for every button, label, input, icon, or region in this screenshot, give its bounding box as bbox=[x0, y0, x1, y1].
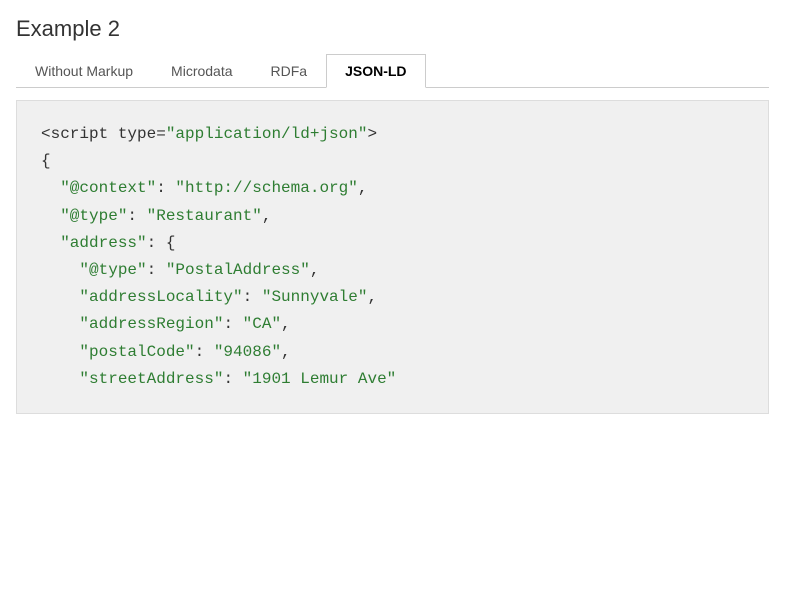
code-line-1: <script type="application/ld+json"> bbox=[41, 125, 377, 143]
tab-without-markup[interactable]: Without Markup bbox=[16, 54, 152, 88]
page-title: Example 2 bbox=[16, 16, 769, 42]
tabs-container: Without Markup Microdata RDFa JSON-LD bbox=[16, 54, 769, 88]
tab-rdfa[interactable]: RDFa bbox=[252, 54, 327, 88]
code-block: <script type="application/ld+json"> { "@… bbox=[16, 100, 769, 414]
tab-microdata[interactable]: Microdata bbox=[152, 54, 251, 88]
tab-json-ld[interactable]: JSON-LD bbox=[326, 54, 425, 88]
